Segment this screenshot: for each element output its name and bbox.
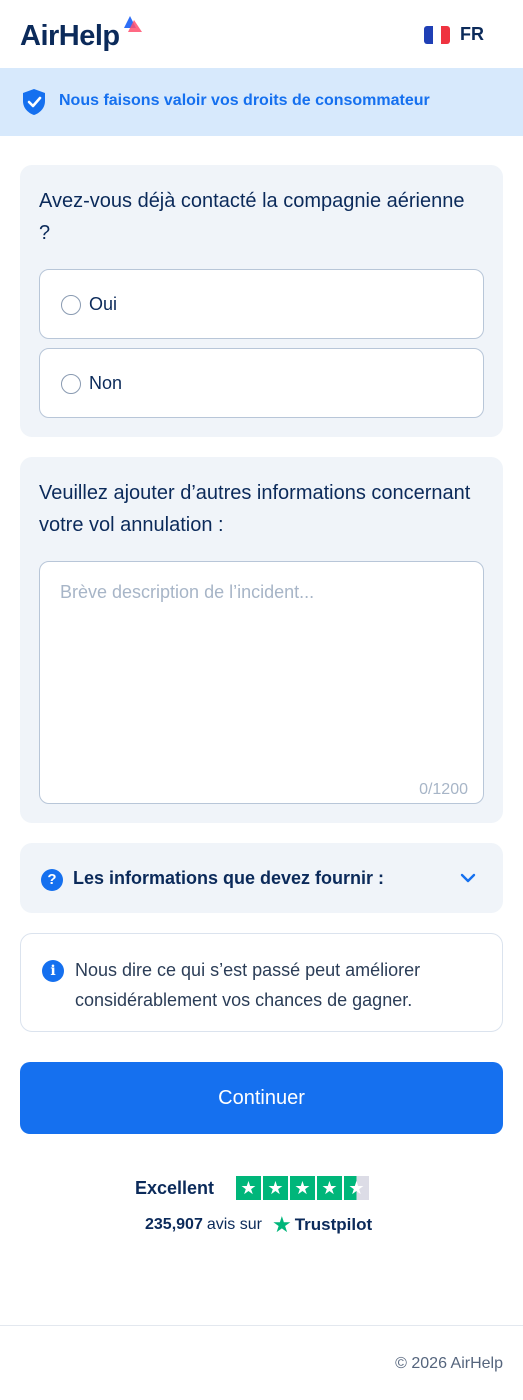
option-oui[interactable]: Oui bbox=[39, 269, 484, 339]
radio-oui[interactable] bbox=[61, 295, 81, 315]
france-flag-icon bbox=[424, 25, 450, 44]
half-star-icon: ★ bbox=[344, 1176, 369, 1200]
shield-check-icon bbox=[23, 89, 45, 115]
trustpilot-brand: Trustpilot bbox=[294, 1215, 373, 1234]
required-info-label: Les informations que devez fournir : bbox=[73, 868, 385, 888]
logo-mark-icon bbox=[124, 16, 142, 32]
trustpilot-stars: ★ ★ ★ ★ ★ bbox=[236, 1176, 369, 1200]
header: AirHelp FR bbox=[0, 0, 523, 68]
info-circle-icon: i bbox=[42, 960, 64, 982]
review-count: 235,907 bbox=[145, 1216, 203, 1233]
option-oui-label: Oui bbox=[89, 294, 118, 314]
flight-details-card: Veuillez ajouter d’autres informations c… bbox=[20, 457, 503, 823]
flight-details-question: Veuillez ajouter d’autres informations c… bbox=[39, 482, 471, 536]
banner-text: Nous faisons valoir vos droits de consom… bbox=[59, 92, 430, 109]
option-non-label: Non bbox=[89, 373, 123, 393]
trustpilot-star-icon: ★ bbox=[271, 1212, 292, 1237]
star-icon: ★ bbox=[263, 1176, 288, 1200]
trustpilot-logo: ★ Trustpilot bbox=[271, 1212, 373, 1237]
trustpilot-rating-label: Excellent bbox=[135, 1178, 215, 1198]
page: AirHelp FR Nous faisons valoir vos droit… bbox=[0, 0, 523, 1400]
consumer-rights-banner: Nous faisons valoir vos droits de consom… bbox=[0, 68, 523, 136]
star-icon: ★ bbox=[236, 1176, 261, 1200]
info-text: Nous dire ce qui s’est passé peut amélio… bbox=[75, 960, 421, 1010]
contact-airline-question: Avez-vous déjà contacté la compagnie aér… bbox=[39, 190, 465, 244]
continue-button[interactable]: Continuer bbox=[20, 1062, 503, 1134]
language-selector[interactable]: FR bbox=[424, 24, 484, 45]
contact-airline-card: Avez-vous déjà contacté la compagnie aér… bbox=[20, 165, 503, 437]
incident-description-input[interactable] bbox=[40, 562, 483, 803]
airhelp-logo[interactable]: AirHelp bbox=[20, 20, 120, 53]
required-info-accordion[interactable]: ? Les informations que devez fournir : bbox=[20, 843, 503, 913]
chevron-down-icon[interactable] bbox=[460, 872, 476, 884]
question-circle-icon: ? bbox=[41, 869, 63, 891]
option-non[interactable]: Non bbox=[39, 348, 484, 418]
footer-divider bbox=[0, 1325, 523, 1326]
star-icon: ★ bbox=[290, 1176, 315, 1200]
radio-non[interactable] bbox=[61, 374, 81, 394]
incident-description-box: 0/1200 bbox=[39, 561, 484, 804]
language-label: FR bbox=[460, 24, 484, 44]
star-icon: ★ bbox=[317, 1176, 342, 1200]
copyright: © 2026 AirHelp bbox=[395, 1355, 503, 1372]
info-box: i Nous dire ce qui s’est passé peut amél… bbox=[20, 933, 503, 1032]
trustpilot-reviews[interactable]: 235,907 avis sur ★ Trustpilot bbox=[145, 1212, 373, 1237]
reviews-text: avis sur bbox=[206, 1216, 262, 1233]
character-counter: 0/1200 bbox=[419, 781, 468, 798]
